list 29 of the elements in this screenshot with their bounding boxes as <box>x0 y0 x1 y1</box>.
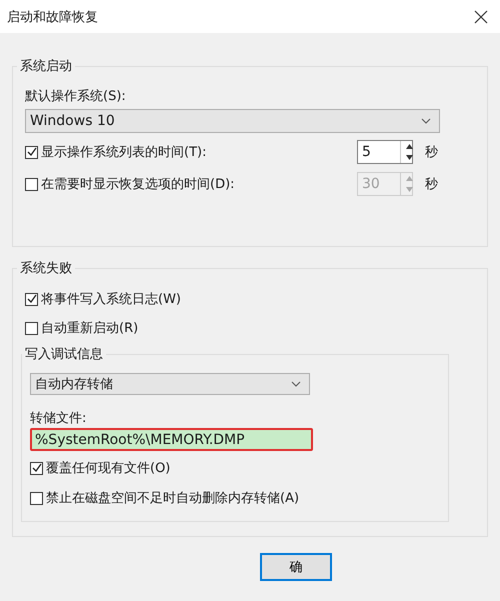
checkbox-label[interactable]: 覆盖任何现有文件(O) <box>46 459 170 477</box>
checkbox-label[interactable]: 将事件写入系统日志(W) <box>41 290 181 308</box>
checkbox[interactable] <box>30 462 43 474</box>
field-label: 默认操作系统(S): <box>25 88 127 105</box>
dump-type-dropdown[interactable]: 自动内存转储 <box>30 373 310 395</box>
checkbox[interactable] <box>30 492 43 504</box>
window-title: 启动和故障恢复 <box>7 8 98 26</box>
os-dropdown[interactable]: Windows 10 <box>25 109 440 133</box>
group-title: 写入调试信息 <box>24 346 104 363</box>
caret-icon <box>291 381 301 387</box>
unit-label: 秒 <box>425 144 439 161</box>
dropdown-value: 自动内存转储 <box>35 376 113 393</box>
dropdown-value: Windows 10 <box>30 113 115 129</box>
spin-value[interactable]: 5 <box>358 141 400 163</box>
group-title: 系统失败 <box>19 260 73 277</box>
close-icon[interactable] <box>474 10 488 24</box>
group-title: 系统启动 <box>19 58 73 75</box>
checkbox-label[interactable]: 显示操作系统列表的时间(T): <box>41 143 206 161</box>
checkbox[interactable] <box>25 146 38 158</box>
caret-icon <box>421 118 431 124</box>
checkbox-label[interactable]: 禁止在磁盘空间不足时自动删除内存转储(A) <box>46 489 300 507</box>
ok-button[interactable]: 确 <box>260 553 332 581</box>
checkbox[interactable] <box>25 322 38 334</box>
unit-label: 秒 <box>425 176 439 193</box>
spin-box[interactable]: 5 <box>357 140 413 164</box>
checkbox[interactable] <box>25 292 38 306</box>
field-label: 转储文件: <box>30 410 88 427</box>
dump-file-field[interactable]: %SystemRoot%\MEMORY.DMP <box>30 428 313 451</box>
checkbox-label[interactable]: 自动重新启动(R) <box>41 319 138 337</box>
